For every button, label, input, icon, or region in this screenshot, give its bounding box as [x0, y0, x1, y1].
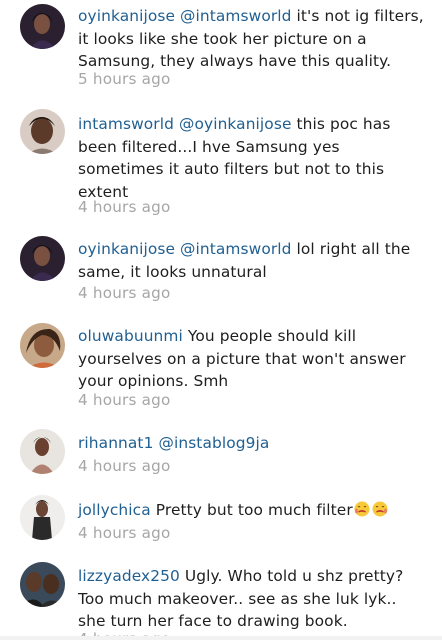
comment-text: intamsworld @oyinkanijose this poc has b… — [78, 113, 428, 203]
divider — [0, 636, 442, 640]
user-avatar-icon — [20, 495, 65, 540]
comment-username[interactable]: oyinkanijose — [78, 7, 175, 25]
comment-timestamp: 4 hours ago — [78, 524, 171, 542]
comment-username[interactable]: jollychica — [78, 501, 151, 519]
comment-username[interactable]: lizzyadex250 — [78, 567, 180, 585]
comment-username[interactable]: oluwabuunmi — [78, 327, 183, 345]
avatar[interactable] — [20, 323, 65, 368]
user-avatar-icon — [20, 109, 65, 154]
user-avatar-icon — [20, 323, 65, 368]
avatar[interactable] — [20, 495, 65, 540]
comment-mention[interactable]: @intamsworld — [180, 240, 291, 258]
avatar[interactable] — [20, 562, 65, 607]
user-avatar-icon — [20, 236, 65, 281]
avatar[interactable] — [20, 429, 65, 474]
comment-text: oluwabuunmi You people should kill yours… — [78, 325, 428, 393]
comment-timestamp: 4 hours ago — [78, 284, 171, 302]
avatar[interactable] — [20, 236, 65, 281]
avatar[interactable] — [20, 109, 65, 154]
crying-face-icon — [371, 501, 389, 517]
comment-text: oyinkanijose @intamsworld lol right all … — [78, 238, 428, 283]
comment-mention[interactable]: @intamsworld — [180, 7, 291, 25]
comment-timestamp: 4 hours ago — [78, 457, 171, 475]
comment-text: jollychica Pretty but too much filter — [78, 499, 428, 522]
comment-username[interactable]: intamsworld — [78, 115, 174, 133]
comment-timestamp: 4 hours ago — [78, 391, 171, 409]
user-avatar-icon — [20, 429, 65, 474]
user-avatar-icon — [20, 4, 65, 49]
comment-username[interactable]: oyinkanijose — [78, 240, 175, 258]
crying-face-icon — [353, 501, 371, 517]
comment-username[interactable]: rihannat1 — [78, 434, 153, 452]
avatar[interactable] — [20, 4, 65, 49]
comment-mention[interactable]: @instablog9ja — [158, 434, 269, 452]
comment-body: Pretty but too much filter — [155, 501, 353, 519]
user-avatar-icon — [20, 562, 65, 607]
comment-timestamp: 5 hours ago — [78, 70, 171, 88]
comment-mention[interactable]: @oyinkanijose — [179, 115, 292, 133]
comment-text: lizzyadex250 Ugly. Who told u shz pretty… — [78, 565, 428, 633]
comment-text: oyinkanijose @intamsworld it's not ig fi… — [78, 5, 428, 73]
comment-timestamp: 4 hours ago — [78, 198, 171, 216]
comment-text: rihannat1 @instablog9ja — [78, 432, 428, 455]
